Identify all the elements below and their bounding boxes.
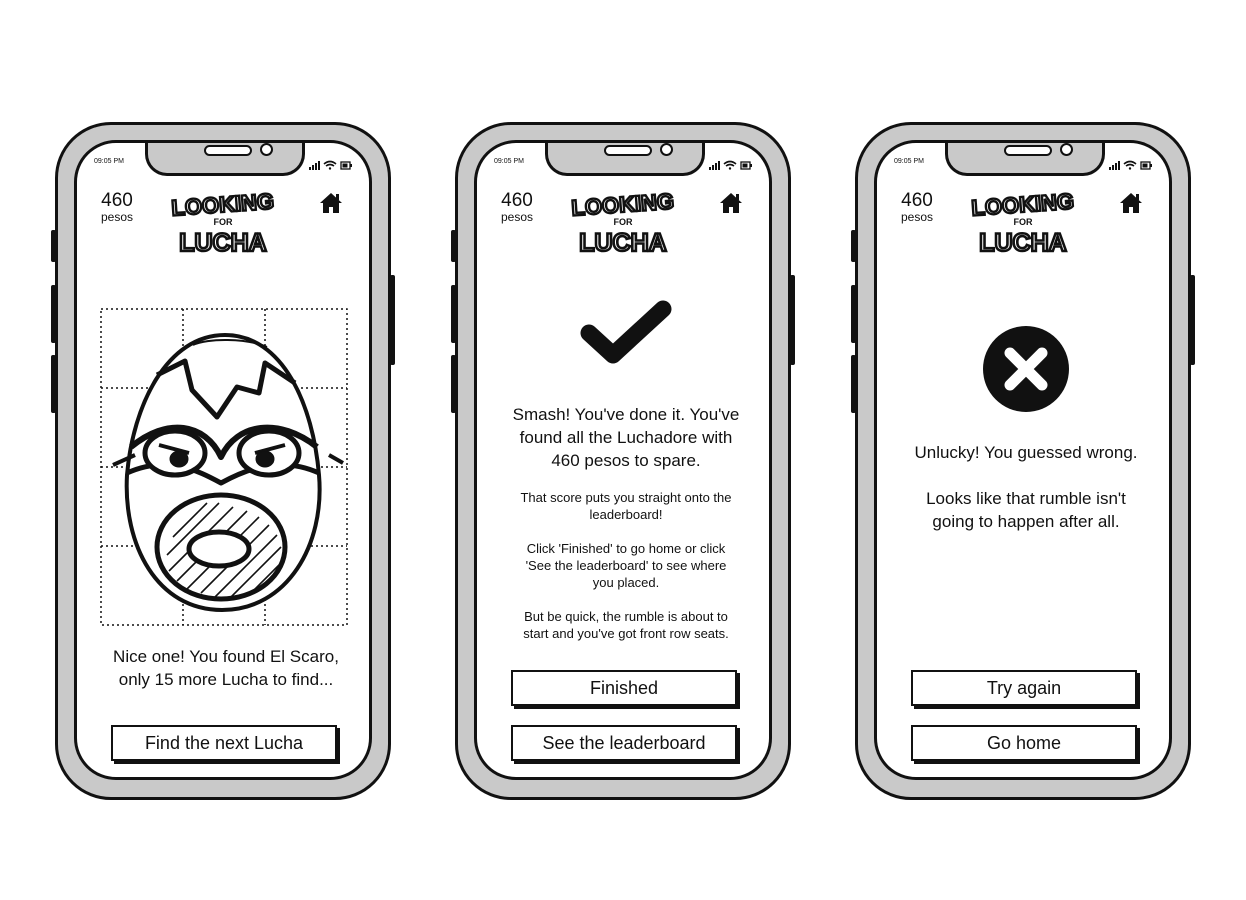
power-button [790, 275, 795, 365]
success-instructions-line: Click 'Finished' to go home or click [526, 541, 726, 556]
found-message-line: only 15 more Lucha to find... [118, 670, 334, 689]
svg-text:LOOKING: LOOKING [171, 188, 275, 220]
success-note-line: That score puts you straight onto the [520, 490, 732, 505]
notch [145, 143, 305, 176]
signal-icon [709, 161, 720, 170]
success-heading-line: 460 pesos to spare. [551, 451, 701, 470]
wifi-icon [723, 160, 737, 170]
status-icons [1109, 156, 1153, 175]
signal-icon [309, 161, 320, 170]
status-icons [309, 156, 353, 175]
success-heading-line: found all the Luchadore with [519, 428, 733, 447]
looking-for-lucha-logo: LOOKING FOR LUCHA [169, 188, 276, 258]
battery-icon [740, 161, 752, 170]
phone-found-screen: 09:05 PM 460 pesos LOOKING FOR LUCHA Nic… [51, 122, 395, 800]
status-icons [709, 156, 753, 175]
pesos-unit: pesos [900, 210, 934, 224]
home-icon[interactable] [719, 192, 743, 214]
looking-for-lucha-logo: LOOKING FOR LUCHA [569, 188, 676, 258]
pesos-unit: pesos [100, 210, 134, 224]
success-rumble-note: But be quick, the rumble is about to sta… [477, 608, 769, 642]
svg-text:LOOKING: LOOKING [971, 188, 1075, 220]
try-again-button[interactable]: Try again [911, 670, 1137, 706]
pesos-counter: 460 pesos [897, 191, 937, 224]
svg-text:LUCHA: LUCHA [579, 229, 667, 257]
success-instructions: Click 'Finished' to go home or click 'Se… [477, 540, 769, 591]
lucha-mask-grid[interactable] [97, 305, 349, 627]
mute-switch [51, 230, 56, 262]
success-heading-line: Smash! You've done it. You've [512, 405, 740, 424]
battery-icon [1140, 161, 1152, 170]
pesos-unit: pesos [500, 210, 534, 224]
wifi-icon [323, 160, 337, 170]
power-button [1190, 275, 1195, 365]
fail-message: Looks like that rumble isn't going to ha… [877, 487, 1169, 533]
phone-screen: 09:05 PM 460 pesos [474, 140, 772, 780]
svg-text:LUCHA: LUCHA [179, 229, 267, 257]
success-leaderboard-note: That score puts you straight onto the le… [477, 489, 769, 523]
signal-icon [1109, 161, 1120, 170]
phone-screen: 09:05 PM 460 pesos [74, 140, 372, 780]
camera [1060, 143, 1073, 156]
success-rumble-line: start and you've got front row seats. [523, 626, 729, 641]
found-message-line: Nice one! You found El Scaro, [113, 647, 339, 666]
svg-text:LOOKING: LOOKING [571, 188, 675, 220]
volume-up-button [51, 285, 56, 343]
checkmark-icon [580, 300, 672, 364]
phone-fail-screen: 09:05 PM 460 pesos LOOKING FOR LUCHA Unl… [851, 122, 1195, 800]
home-icon[interactable] [319, 192, 343, 214]
fail-heading: Unlucky! You guessed wrong. [914, 443, 1138, 462]
go-home-button[interactable]: Go home [911, 725, 1137, 761]
volume-down-button [451, 355, 456, 413]
lucha-mask-drawing [112, 333, 344, 612]
success-heading: Smash! You've done it. You've found all … [477, 403, 769, 472]
volume-up-button [851, 285, 856, 343]
fail-message-line: going to happen after all. [932, 512, 1120, 531]
speaker [204, 145, 252, 156]
find-next-lucha-button[interactable]: Find the next Lucha [111, 725, 337, 761]
success-instructions-line: you placed. [592, 575, 660, 590]
looking-for-lucha-logo: LOOKING FOR LUCHA [969, 188, 1076, 258]
success-instructions-line: 'See the leaderboard' to see where [525, 558, 727, 573]
pesos-amount: 460 [101, 190, 133, 211]
pesos-counter: 460 pesos [497, 191, 537, 224]
mute-switch [851, 230, 856, 262]
pesos-amount: 460 [501, 190, 533, 211]
camera [660, 143, 673, 156]
status-time: 09:05 PM [894, 158, 924, 165]
phone-screen: 09:05 PM 460 pesos [874, 140, 1172, 780]
wifi-icon [1123, 160, 1137, 170]
fail-message-line: Looks like that rumble isn't [926, 489, 1126, 508]
notch [545, 143, 705, 176]
power-button [390, 275, 395, 365]
home-icon[interactable] [1119, 192, 1143, 214]
error-x-icon [983, 326, 1069, 412]
success-note-line: leaderboard! [589, 507, 663, 522]
svg-text:FOR: FOR [214, 217, 233, 227]
finished-button[interactable]: Finished [511, 670, 737, 706]
mute-switch [451, 230, 456, 262]
found-message: Nice one! You found El Scaro, only 15 mo… [77, 645, 369, 691]
svg-text:FOR: FOR [614, 217, 633, 227]
status-time: 09:05 PM [94, 158, 124, 165]
notch [945, 143, 1105, 176]
see-leaderboard-button[interactable]: See the leaderboard [511, 725, 737, 761]
pesos-amount: 460 [901, 190, 933, 211]
camera [260, 143, 273, 156]
status-time: 09:05 PM [494, 158, 524, 165]
svg-text:LUCHA: LUCHA [979, 229, 1067, 257]
volume-up-button [451, 285, 456, 343]
svg-text:FOR: FOR [1014, 217, 1033, 227]
pesos-counter: 460 pesos [97, 191, 137, 224]
success-rumble-line: But be quick, the rumble is about to [524, 609, 728, 624]
speaker [1004, 145, 1052, 156]
volume-down-button [51, 355, 56, 413]
volume-down-button [851, 355, 856, 413]
phone-success-screen: 09:05 PM 460 pesos LOOKING FOR LUCHA Sma… [451, 122, 795, 800]
speaker [604, 145, 652, 156]
battery-icon [340, 161, 352, 170]
